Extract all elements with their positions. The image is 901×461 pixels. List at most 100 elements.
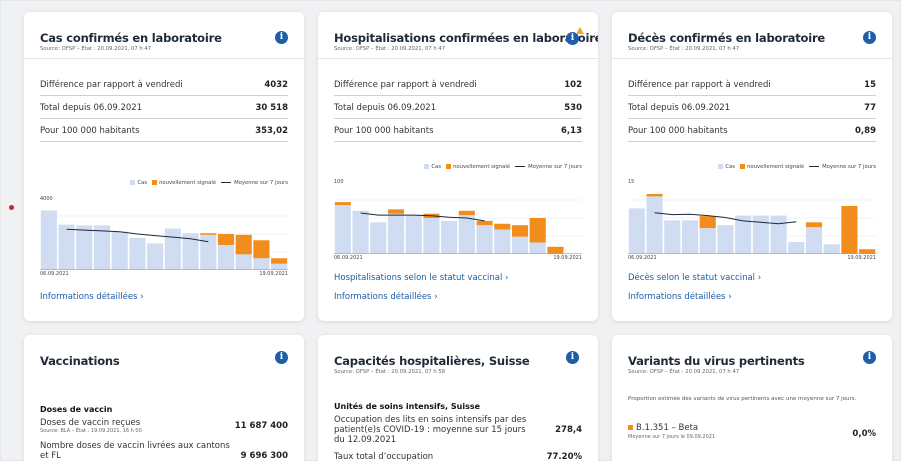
legend-label: Moyenne sur 7 jours [528, 164, 582, 170]
row-value: 11 687 400 [234, 421, 288, 431]
bar-new [235, 234, 252, 255]
stat-value: 15 [864, 80, 876, 90]
chevron-right-icon: › [140, 292, 144, 302]
stat-row: Différence par rapport à vendredi 15 [628, 73, 876, 96]
stat-row: Pour 100 000 habitants 353,02 [40, 119, 288, 142]
bar-cas [476, 225, 493, 254]
legend-cas: Cas [718, 164, 735, 170]
card-title: Vaccinations [40, 354, 120, 368]
stat-label: Total depuis 06.09.2021 [628, 103, 731, 113]
bar-cas [217, 244, 235, 270]
legend-label: Cas [137, 180, 148, 186]
bar-cas [253, 258, 270, 270]
legend-swatch [130, 180, 136, 185]
bar-chart [40, 210, 288, 270]
bar-new [458, 210, 475, 216]
variants-description: Proportion estimée des variants de virus… [628, 396, 857, 402]
bar-cas [370, 222, 387, 254]
stat-value: 530 [564, 103, 582, 113]
link-vaccination-status[interactable]: Hospitalisations selon le statut vaccina… [334, 273, 508, 283]
bar-cas [441, 220, 458, 254]
legend-avg: Moyenne sur 7 jours [221, 180, 288, 186]
stat-row: Pour 100 000 habitants 0,89 [628, 119, 876, 142]
stat-value: 6,13 [561, 126, 582, 136]
card-hospitalisations[interactable]: Hospitalisations confirmées en laboratoi… [318, 12, 598, 321]
bar-cas [40, 210, 57, 270]
bar-chart [334, 199, 582, 254]
legend-label: Cas [725, 164, 736, 170]
date-end-label: 19.09.2021 [259, 271, 288, 277]
variant-value: 0,0% [852, 429, 876, 439]
info-icon[interactable]: i [566, 351, 579, 364]
legend-label: Cas [431, 164, 442, 170]
card-vaccinations[interactable]: Vaccinations i Doses de vaccin Doses de … [24, 335, 304, 461]
bar-cas [494, 229, 511, 254]
bar-cas [699, 228, 716, 254]
warning-icon [576, 27, 584, 34]
card-hospital-capacity[interactable]: Capacités hospitalières, Suisse Source: … [318, 335, 598, 461]
legend-label: Moyenne sur 7 jours [234, 180, 288, 186]
red-marker-dot [9, 205, 14, 210]
bar-cas [200, 234, 217, 270]
legend-label: nouvellement signalé [747, 164, 805, 170]
link-details[interactable]: Informations détaillées › [334, 292, 438, 302]
card-variants[interactable]: Variants du virus pertinents Source: OFS… [612, 335, 892, 461]
stat-row: Différence par rapport à vendredi 4032 [40, 73, 288, 96]
chevron-right-icon: › [728, 292, 732, 302]
legend-label: Moyenne sur 7 jours [822, 164, 876, 170]
bar-cas [823, 244, 840, 254]
card-title: Cas confirmés en laboratoire [40, 31, 222, 45]
legend-avg: Moyenne sur 7 jours [809, 164, 876, 170]
row-label: Doses de vaccin reçues [40, 418, 141, 428]
info-icon[interactable]: i [863, 351, 876, 364]
chevron-right-icon: › [757, 273, 762, 283]
link-text: Hospitalisations selon le statut vaccina… [334, 273, 503, 283]
stat-label: Pour 100 000 habitants [40, 126, 140, 136]
legend-label: nouvellement signalé [453, 164, 511, 170]
bar-cas [628, 208, 645, 254]
legend-swatch [740, 164, 746, 169]
bar-cas [58, 224, 75, 270]
date-start-label: 06.09.2021 [334, 255, 363, 261]
stat-value: 0,89 [855, 126, 876, 136]
info-icon[interactable]: i [275, 351, 288, 364]
bar-new [253, 240, 270, 259]
card-source: Source: OFSP – État : 20.09.2021, 07 h 4… [40, 46, 152, 52]
card-deaths[interactable]: Décès confirmés en laboratoire Source: O… [612, 12, 892, 321]
bar-new [841, 206, 858, 254]
bar-cas [76, 225, 93, 270]
bar-cas [271, 263, 288, 270]
stat-row: Total depuis 06.09.2021 77 [628, 96, 876, 119]
bar-cas [646, 196, 663, 254]
chevron-right-icon: › [505, 273, 509, 283]
link-details[interactable]: Informations détaillées › [40, 292, 144, 302]
stat-value: 30 518 [255, 103, 288, 113]
card-source: Source: OFSP – État : 20.09.2021, 07 h 4… [628, 369, 740, 375]
variant-swatch [628, 425, 633, 430]
bar-new [494, 223, 511, 230]
variant-name: B.1.351 – Beta [636, 423, 699, 433]
link-details[interactable]: Informations détaillées › [628, 292, 732, 302]
bar-cas [770, 215, 787, 254]
bar-cas [334, 205, 351, 254]
card-source: Source: OFSP – État : 20.09.2021, 07 h 4… [628, 46, 740, 52]
bar-cas [164, 228, 181, 270]
bar-new [699, 216, 716, 229]
legend-swatch [152, 180, 158, 185]
info-icon[interactable]: i [863, 31, 876, 44]
bar-new [334, 202, 351, 206]
row-value: 77.20% [546, 452, 582, 461]
row-label: Taux total d’occupation [334, 452, 434, 461]
bar-cas [805, 227, 823, 254]
bar-cas [717, 225, 734, 254]
link-vaccination-status[interactable]: Décès selon le statut vaccinal › [628, 273, 761, 283]
bar-cas [93, 225, 111, 270]
bar-cas [423, 218, 440, 254]
bar-cas [111, 231, 128, 270]
bar-new [646, 194, 663, 197]
date-start-label: 06.09.2021 [628, 255, 657, 261]
card-cases[interactable]: Cas confirmés en laboratoire Source: OFS… [24, 12, 304, 321]
row-label: Nombre doses de vaccin livrées aux canto… [40, 441, 230, 461]
info-icon[interactable]: i [275, 31, 288, 44]
legend-line [809, 166, 820, 167]
